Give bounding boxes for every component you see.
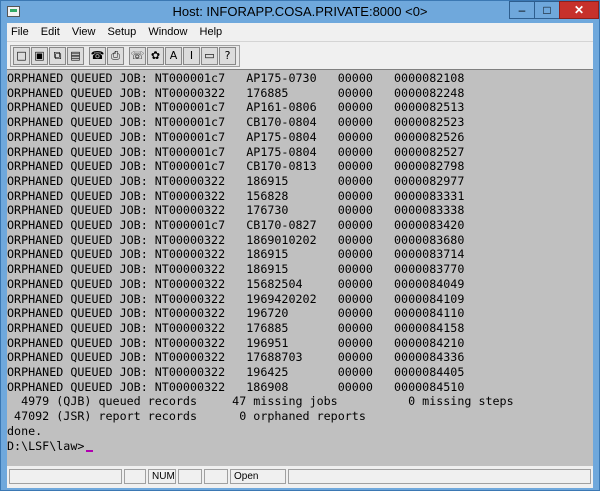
terminal-line-text: done.: [7, 423, 43, 438]
save-icon[interactable]: ▣: [31, 47, 48, 65]
status-cell-scroll: [178, 469, 202, 484]
terminal-line-text: ORPHANED QUEUED JOB: NT00000322 196720 0…: [7, 306, 465, 321]
terminal-line: ORPHANED QUEUED JOB: NT000001c7 AP161-08…: [7, 99, 464, 115]
menu-help[interactable]: Help: [196, 23, 228, 41]
copy-icon[interactable]: ⧉: [49, 47, 66, 65]
terminal-line-text: 47092 (JSR) report records 0 orphaned re…: [7, 409, 366, 424]
terminal-line: ORPHANED QUEUED JOB: NT000001c7 AP175-08…: [7, 144, 464, 160]
terminal-line: ORPHANED QUEUED JOB: NT000001c7 CB170-08…: [7, 217, 464, 233]
phone-icon[interactable]: ☏: [129, 47, 146, 65]
terminal-line: ORPHANED QUEUED JOB: NT00000322 176885 0…: [7, 85, 464, 101]
terminal-line-text: ORPHANED QUEUED JOB: NT00000322 176730 0…: [7, 203, 465, 218]
terminal-line-text: ORPHANED QUEUED JOB: NT00000322 17688703…: [7, 350, 465, 365]
status-connection-state: Open: [230, 469, 286, 484]
terminal-line: ORPHANED QUEUED JOB: NT000001c7 AP175-07…: [7, 70, 464, 86]
terminal-line: ORPHANED QUEUED JOB: NT00000322 18690102…: [7, 232, 464, 248]
terminal-line-text: ORPHANED QUEUED JOB: NT00000322 176885 0…: [7, 320, 465, 335]
close-button[interactable]: ✕: [559, 1, 599, 19]
status-bar: NUM Open: [7, 466, 593, 488]
print-icon[interactable]: ⎙: [107, 47, 124, 65]
terminal-line: ORPHANED QUEUED JOB: NT00000322 156828 0…: [7, 188, 464, 204]
toolbar-button-group: □ ▣ ⧉ ▤ ☎ ⎙ ☏ ✿ A I ▭?: [10, 45, 240, 67]
terminal-line: 47092 (JSR) report records 0 orphaned re…: [7, 408, 366, 424]
terminal-line-text: ORPHANED QUEUED JOB: NT00000322 196425 0…: [7, 365, 465, 379]
maximize-button[interactable]: □: [534, 1, 560, 19]
terminal-line: ORPHANED QUEUED JOB: NT00000322 186915 0…: [7, 173, 464, 189]
terminal-line-text: ORPHANED QUEUED JOB: NT000001c7 AP161-08…: [7, 100, 465, 115]
terminal-line-text: ORPHANED QUEUED JOB: NT00000322 186908 0…: [7, 379, 465, 394]
paste-icon[interactable]: ▤: [67, 47, 84, 65]
menu-setup[interactable]: Setup: [104, 23, 142, 41]
terminal-line: ORPHANED QUEUED JOB: NT00000322 176885 0…: [7, 320, 464, 336]
terminal-line-text: ORPHANED QUEUED JOB: NT000001c7 AP175-07…: [7, 71, 465, 85]
terminal-line-text: ORPHANED QUEUED JOB: NT00000322 15682504…: [7, 276, 465, 291]
terminal-line: ORPHANED QUEUED JOB: NT000001c7 AP175-08…: [7, 129, 464, 145]
terminal-line-text: ORPHANED QUEUED JOB: NT00000322 19694202…: [7, 291, 465, 306]
terminal-line: ORPHANED QUEUED JOB: NT00000322 196720 0…: [7, 305, 464, 321]
menu-file[interactable]: File: [7, 23, 34, 41]
menu-view[interactable]: View: [68, 23, 101, 41]
terminal-line-text: ORPHANED QUEUED JOB: NT00000322 176885 0…: [7, 85, 465, 100]
terminal-line-text: ORPHANED QUEUED JOB: NT000001c7 AP175-08…: [7, 129, 465, 144]
title-bar[interactable]: Host: INFORAPP.COSA.PRIVATE:8000 <0> – □…: [1, 1, 599, 23]
terminal-line-text: ORPHANED QUEUED JOB: NT000001c7 AP175-08…: [7, 144, 465, 159]
terminal-line: 4979 (QJB) queued records 47 missing job…: [7, 393, 514, 409]
terminal-line-text: 4979 (QJB) queued records 47 missing job…: [7, 394, 514, 409]
terminal-line-text: D:\LSF\law>: [7, 438, 85, 453]
text-cursor: [86, 449, 94, 452]
terminal-line: ORPHANED QUEUED JOB: NT00000322 186915 0…: [7, 246, 464, 262]
terminal-line-text: ORPHANED QUEUED JOB: NT000001c7 CB170-08…: [7, 218, 465, 232]
terminal-line: ORPHANED QUEUED JOB: NT00000322 186915 0…: [7, 261, 464, 277]
menu-bar: File Edit View Setup Window Help: [7, 23, 593, 41]
keyboard-map-icon[interactable]: I: [183, 47, 200, 65]
terminal-line: ORPHANED QUEUED JOB: NT000001c7 CB170-08…: [7, 114, 464, 130]
status-cell-message: [9, 469, 122, 484]
minimize-button[interactable]: –: [509, 1, 535, 19]
menu-window[interactable]: Window: [144, 23, 192, 41]
terminal-line: ORPHANED QUEUED JOB: NT00000322 176730 0…: [7, 202, 464, 218]
status-num-lock: NUM: [148, 469, 176, 484]
terminal-line-text: ORPHANED QUEUED JOB: NT00000322 18690102…: [7, 232, 465, 247]
status-cell-info: [288, 469, 591, 484]
terminal-line-text: ORPHANED QUEUED JOB: NT00000322 186915 0…: [7, 262, 465, 277]
terminal-line-text: ORPHANED QUEUED JOB: NT00000322 196951 0…: [7, 335, 465, 350]
terminal-icon[interactable]: ▭: [201, 47, 218, 65]
terminal-line: ORPHANED QUEUED JOB: NT000001c7 CB170-08…: [7, 158, 464, 174]
terminal-window: Host: INFORAPP.COSA.PRIVATE:8000 <0> – □…: [0, 0, 600, 491]
terminal-line-text: ORPHANED QUEUED JOB: NT00000322 186915 0…: [7, 247, 465, 262]
connect-icon[interactable]: ☎: [89, 47, 106, 65]
color-icon[interactable]: ✿: [147, 47, 164, 65]
terminal-line-text: ORPHANED QUEUED JOB: NT000001c7 CB170-08…: [7, 115, 465, 130]
terminal-line: ORPHANED QUEUED JOB: NT00000322 186908 0…: [7, 379, 464, 395]
terminal-line: ORPHANED QUEUED JOB: NT00000322 19694202…: [7, 291, 464, 307]
terminal-line-text: ORPHANED QUEUED JOB: NT00000322 156828 0…: [7, 188, 465, 203]
terminal-line: ORPHANED QUEUED JOB: NT00000322 196425 0…: [7, 364, 464, 380]
terminal-line-text: ORPHANED QUEUED JOB: NT00000322 186915 0…: [7, 173, 465, 188]
terminal-line: done.: [7, 423, 42, 439]
command-prompt: D:\LSF\law>: [7, 438, 94, 454]
new-icon[interactable]: □: [13, 47, 30, 65]
help-icon[interactable]: ?: [219, 47, 236, 65]
font-icon[interactable]: A: [165, 47, 182, 65]
terminal-line: ORPHANED QUEUED JOB: NT00000322 196951 0…: [7, 335, 464, 351]
terminal-screen[interactable]: ORPHANED QUEUED JOB: NT000001c7 AP175-07…: [7, 69, 593, 467]
toolbar: □ ▣ ⧉ ▤ ☎ ⎙ ☏ ✿ A I ▭?: [7, 41, 593, 70]
terminal-line-text: ORPHANED QUEUED JOB: NT000001c7 CB170-08…: [7, 159, 465, 174]
terminal-line: ORPHANED QUEUED JOB: NT00000322 17688703…: [7, 349, 464, 365]
status-cell-print: [204, 469, 228, 484]
status-cell-caps: [124, 469, 146, 484]
menu-edit[interactable]: Edit: [37, 23, 65, 41]
terminal-line: ORPHANED QUEUED JOB: NT00000322 15682504…: [7, 276, 464, 292]
